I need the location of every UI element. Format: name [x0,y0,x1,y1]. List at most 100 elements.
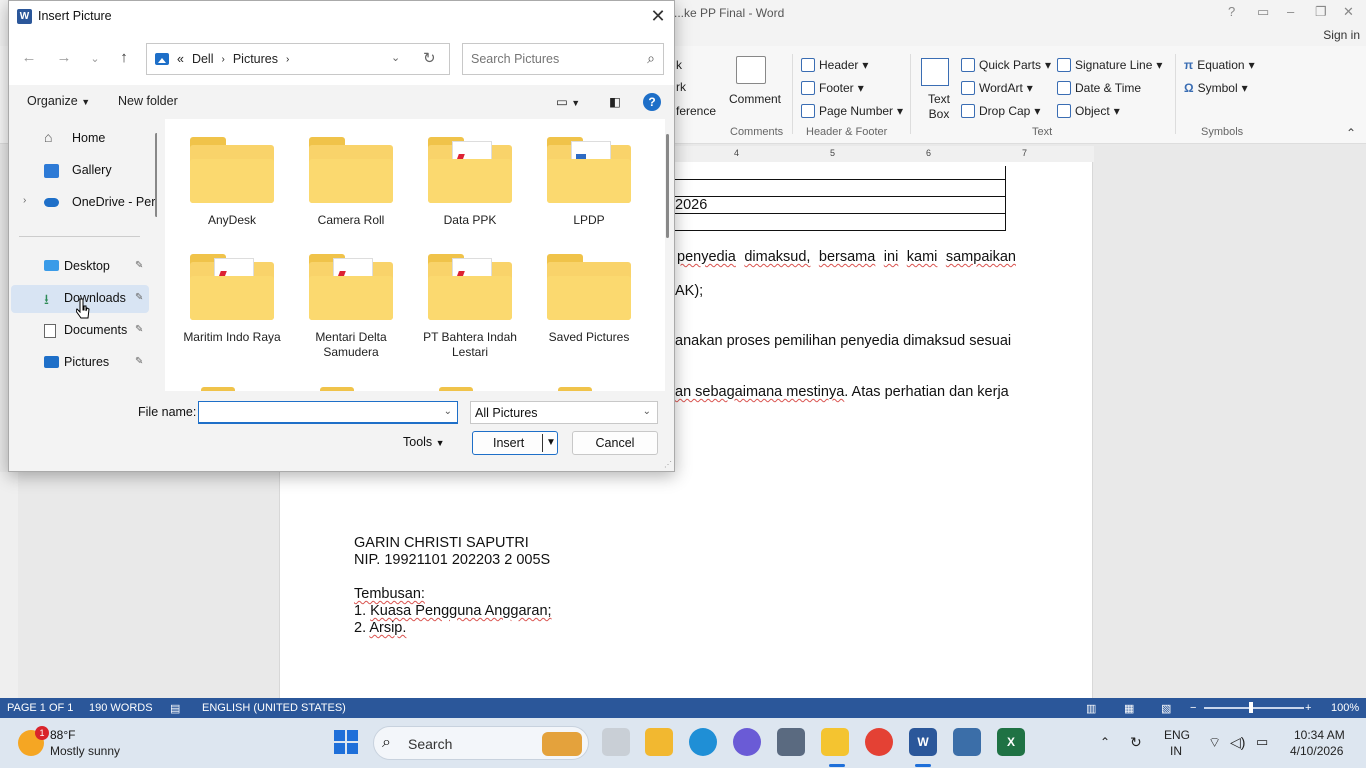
folder-tile[interactable]: PT Bahtera Indah Lestari [415,254,525,360]
restore-icon[interactable]: ❐ [1315,4,1327,20]
folder-tile[interactable]: Data PPK [415,137,525,228]
zoom-out-icon[interactable]: − [1190,702,1196,714]
breadcrumb-item[interactable]: Pictures [233,52,278,66]
organize-button[interactable]: Organize ▼ [27,94,90,108]
recent-locations-chevron-icon[interactable]: ⌄ [85,52,105,65]
calculator-icon[interactable] [953,728,981,756]
search-input[interactable] [471,50,631,68]
object-button[interactable]: Object ▾ [1057,104,1120,118]
comment-button[interactable]: Comment [729,92,781,106]
up-arrow-icon[interactable]: ↑ [114,49,134,66]
footer-button[interactable]: Footer ▾ [801,81,864,95]
breadcrumb-item[interactable]: Dell [192,52,214,66]
file-list-scrollbar[interactable] [666,134,669,238]
file-type-select[interactable]: All Pictures ⌄ [470,401,658,424]
nav-item-desktop[interactable]: Desktop ✎ [11,253,149,281]
cancel-button[interactable]: Cancel [572,431,658,455]
text-box-button[interactable]: Text Box [924,92,954,122]
nav-item-onedrive[interactable]: › OneDrive - Perso [11,189,157,217]
show-hidden-icons[interactable]: ⌃ [1100,735,1110,749]
print-layout-icon[interactable]: ▦ [1124,702,1134,715]
folder-tile[interactable]: AnyDesk [177,137,287,228]
copilot-icon[interactable] [733,728,761,756]
signature-line-button[interactable]: Signature Line ▾ [1057,58,1162,72]
nav-item-home[interactable]: ⌂ Home [11,125,149,153]
navigation-pane-scrollbar[interactable] [155,133,157,217]
help-icon[interactable]: ? [1228,4,1235,19]
header-button[interactable]: Header ▾ [801,58,868,72]
equation-button[interactable]: π Equation ▾ [1184,58,1255,72]
breadcrumb-overflow[interactable]: « [177,52,184,66]
insert-button[interactable]: Insert ▼ [472,431,558,455]
resize-grip-icon[interactable]: ⋰ [664,460,672,469]
insert-options-dropdown-icon[interactable]: ▼ [546,437,556,448]
search-box[interactable]: ⌕ [462,43,664,75]
input-language-region[interactable]: IN [1170,744,1182,758]
language-status[interactable]: ENGLISH (UNITED STATES) [202,702,346,714]
collapse-ribbon-icon[interactable]: ⌃ [1346,126,1356,140]
volume-icon[interactable]: ◁) [1230,734,1245,751]
nav-item-documents[interactable]: Documents ✎ [11,317,149,345]
proofing-icon[interactable]: ▤ [170,702,180,715]
date-time-button[interactable]: Date & Time [1057,81,1141,95]
folder-tile[interactable]: Camera Roll [296,137,406,228]
ribbon-display-icon[interactable]: ▭ [1257,4,1269,20]
word-count[interactable]: 190 WORDS [89,702,153,714]
word-taskbar-icon[interactable]: W [909,728,937,756]
camera-icon[interactable] [777,728,805,756]
read-mode-icon[interactable]: ▥ [1086,702,1096,715]
zoom-level[interactable]: 100% [1331,702,1359,714]
sync-icon[interactable]: ↻ [1130,734,1142,751]
zoom-slider-thumb[interactable] [1249,702,1253,713]
sign-in-link[interactable]: Sign in [1323,28,1360,42]
drop-cap-button[interactable]: Drop Cap ▾ [961,104,1040,118]
start-button[interactable] [334,730,358,754]
search-icon[interactable]: ⌕ [647,50,655,67]
page-count[interactable]: PAGE 1 OF 1 [7,702,73,714]
back-arrow-icon[interactable]: ← [19,49,39,66]
folder-tile[interactable]: Maritim Indo Raya [177,254,287,345]
wifi-icon[interactable]: ⌔ [1208,734,1221,752]
comment-icon [736,56,766,84]
battery-icon[interactable]: ▭ [1256,734,1268,750]
taskbar-search[interactable]: ⌕ Search [373,726,589,760]
file-name-input[interactable] [203,404,433,421]
symbol-button[interactable]: Ω Symbol ▾ [1184,81,1248,95]
clock-date[interactable]: 4/10/2026 [1290,744,1343,758]
new-folder-button[interactable]: New folder [118,94,178,108]
refresh-icon[interactable]: ↻ [423,49,436,67]
zoom-in-icon[interactable]: + [1305,702,1311,714]
web-layout-icon[interactable]: ▧ [1161,702,1171,715]
page-number-button[interactable]: Page Number ▾ [801,104,903,118]
folder-tile[interactable]: Saved Pictures [534,254,644,345]
task-view-icon[interactable] [602,728,630,756]
clock-time[interactable]: 10:34 AM [1294,728,1345,742]
forward-arrow-icon[interactable]: → [54,49,74,66]
pictures-icon [155,53,169,65]
nav-item-pictures[interactable]: Pictures ✎ [11,349,149,377]
wordart-button[interactable]: WordArt ▾ [961,81,1033,95]
chrome-icon[interactable] [865,728,893,756]
zoom-slider[interactable] [1204,707,1304,709]
expand-chevron-icon[interactable]: › [23,195,26,206]
preview-pane-icon[interactable]: ◧ [609,94,621,109]
chevron-down-icon[interactable]: ⌄ [444,406,452,417]
edge-icon[interactable] [689,728,717,756]
word-close-icon[interactable]: ✕ [1343,4,1354,20]
change-view-button[interactable]: ▭ ▼ [556,94,580,109]
sticky-notes-icon[interactable] [821,728,849,756]
tools-button[interactable]: Tools ▼ [403,435,445,449]
folder-tile[interactable]: LPDP [534,137,644,228]
address-bar[interactable]: « Dell › Pictures › ⌄ ↻ [146,43,450,75]
input-language[interactable]: ENG [1164,728,1190,742]
folder-tile[interactable]: Mentari Delta Samudera [296,254,406,360]
excel-icon[interactable]: X [997,728,1025,756]
file-name-combobox[interactable]: ⌄ [198,401,458,424]
quick-parts-button[interactable]: Quick Parts ▾ [961,58,1051,72]
minimize-icon[interactable]: – [1287,4,1294,19]
help-icon[interactable]: ? [643,93,661,111]
file-explorer-icon[interactable] [645,728,673,756]
address-dropdown-icon[interactable]: ⌄ [391,51,400,64]
nav-item-gallery[interactable]: Gallery [11,157,149,185]
close-icon[interactable]: ✕ [646,5,670,29]
